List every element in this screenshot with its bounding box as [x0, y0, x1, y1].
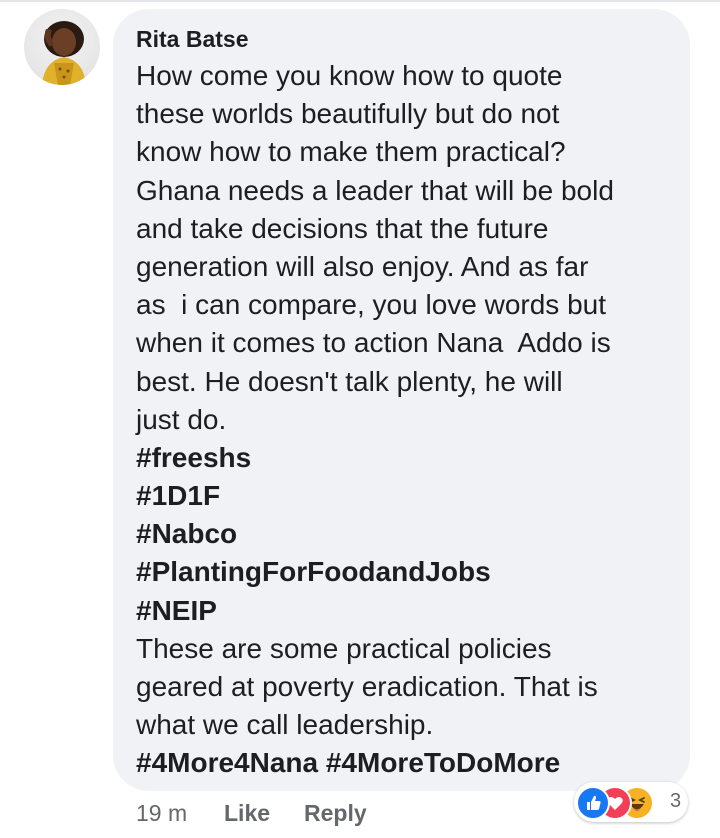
comment-line: when it comes to action Nana Addo is	[136, 327, 611, 359]
final-hashtags[interactable]: #4More4Nana #4MoreToDoMore	[136, 744, 681, 782]
comment-line: Ghana needs a leader that will be bold	[136, 174, 614, 206]
hashtag-link[interactable]: #freeshs	[136, 439, 681, 477]
comment-line: generation will also enjoy. And as far	[136, 250, 589, 282]
avatar[interactable]	[24, 9, 100, 85]
comment-line: as i can compare, you love words but	[136, 289, 607, 321]
like-button[interactable]: Like	[224, 798, 270, 828]
reactions-summary[interactable]: 3	[574, 780, 690, 822]
top-divider	[0, 0, 720, 2]
comment-line: these worlds beautifully but do not	[136, 98, 560, 130]
like-reaction-icon	[576, 786, 610, 820]
hashtag-link[interactable]: #Nabco	[136, 515, 681, 553]
comment-line: geared at poverty eradication. That is	[136, 671, 598, 702]
timestamp[interactable]: 19 m	[136, 798, 187, 828]
comment-line: How come you know how to quote	[136, 60, 563, 91]
author-name[interactable]: Rita Batse	[136, 26, 248, 52]
profile-photo-icon	[42, 21, 86, 85]
comment-line: know how to make them practical?	[136, 136, 566, 168]
reaction-count: 3	[670, 790, 682, 812]
hashtag-link[interactable]: #1D1F	[136, 477, 681, 515]
reply-button[interactable]: Reply	[304, 798, 367, 828]
comment-line: and take decisions that the future	[136, 212, 549, 244]
comment-line: what we call leadership.	[136, 709, 434, 741]
comment-line: best. He doesn't talk plenty, he will	[136, 365, 563, 397]
comment-text: How come you know how to quote these wor…	[136, 57, 681, 783]
comment-line: just do.	[136, 403, 227, 435]
comment-line: These are some practical policies	[136, 632, 552, 664]
hashtag-link[interactable]: #NEIP	[136, 592, 681, 630]
hashtag-link[interactable]: #PlantingForFoodandJobs	[136, 553, 681, 591]
